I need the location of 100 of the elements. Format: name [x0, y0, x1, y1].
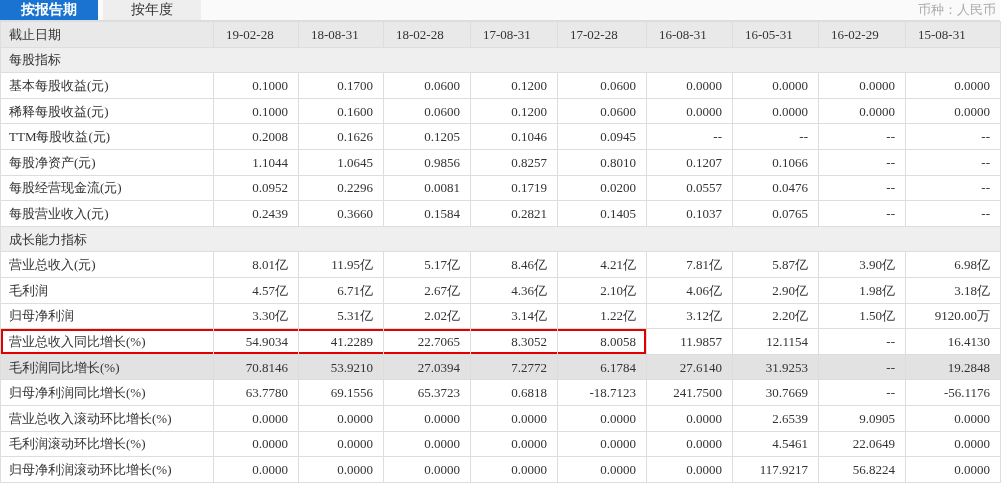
table-cell: 0.1700 — [298, 72, 384, 99]
table-cell: 0.0000 — [557, 456, 647, 483]
section-header: 成长能力指标 — [0, 226, 1001, 252]
row-label: 毛利润滚动环比增长(%) — [0, 431, 214, 457]
table-cell: 0.0200 — [557, 175, 647, 201]
table-cell: 0.8010 — [557, 149, 647, 176]
table-cell: 0.0000 — [298, 456, 384, 483]
column-header: 16-08-31 — [646, 21, 733, 48]
table-cell: -- — [818, 149, 906, 176]
table-cell: 5.17亿 — [383, 251, 471, 278]
table-cell: 8.46亿 — [470, 251, 558, 278]
tab[interactable]: 按报告期 — [0, 0, 98, 20]
table-cell: 69.1556 — [298, 379, 384, 406]
table-cell: -- — [818, 175, 906, 201]
column-header: 18-08-31 — [298, 21, 384, 48]
table-cell: 0.0600 — [383, 72, 471, 99]
table-cell: 0.0000 — [213, 456, 299, 483]
row-label: 基本每股收益(元) — [0, 72, 214, 99]
table-cell: 9120.00万 — [905, 303, 1001, 329]
row-label: 归母净利润滚动环比增长(%) — [0, 456, 214, 483]
table-cell: 0.0000 — [383, 456, 471, 483]
currency-label: 币种：人民币 — [918, 1, 997, 19]
table-cell: 31.9253 — [732, 354, 819, 380]
table-cell: 1.0645 — [298, 149, 384, 176]
table-cell: 0.0000 — [213, 431, 299, 457]
table-cell: 22.0649 — [818, 431, 906, 457]
table-cell: 5.31亿 — [298, 303, 384, 329]
table-cell: 6.1784 — [557, 354, 647, 380]
table-cell: 0.0000 — [905, 431, 1001, 457]
column-header: 截止日期 — [0, 21, 214, 48]
table-cell: 7.2772 — [470, 354, 558, 380]
column-header: 17-08-31 — [470, 21, 558, 48]
table-cell: 0.0000 — [646, 456, 733, 483]
table-cell: 0.1200 — [470, 72, 558, 99]
table-cell: 1.1044 — [213, 149, 299, 176]
table-cell: -18.7123 — [557, 379, 647, 406]
table-cell: 7.81亿 — [646, 251, 733, 278]
table-cell: 0.0476 — [732, 175, 819, 201]
table-cell: 0.0000 — [905, 456, 1001, 483]
table-cell: 0.0000 — [383, 405, 471, 431]
table-cell: 0.0000 — [646, 98, 733, 124]
table-cell: 3.30亿 — [213, 303, 299, 329]
table-cell: 0.0000 — [298, 405, 384, 431]
table-cell: 2.20亿 — [732, 303, 819, 329]
table-cell: -56.1176 — [905, 379, 1001, 406]
table-cell: 9.0905 — [818, 405, 906, 431]
table-cell: 0.2821 — [470, 200, 558, 227]
table-cell: 0.0000 — [383, 431, 471, 457]
table-cell: 0.1000 — [213, 72, 299, 99]
row-label: 每股经营现金流(元) — [0, 175, 214, 201]
table-cell: 0.0952 — [213, 175, 299, 201]
table-cell: 0.0000 — [646, 405, 733, 431]
table-cell: 2.90亿 — [732, 277, 819, 304]
table-cell: 0.1200 — [470, 98, 558, 124]
table-cell: 8.3052 — [470, 328, 558, 355]
table-cell: 0.1719 — [470, 175, 558, 201]
table-cell: 0.1600 — [298, 98, 384, 124]
table-cell: -- — [646, 123, 733, 150]
table-cell: 6.98亿 — [905, 251, 1001, 278]
table-cell: 0.0000 — [732, 98, 819, 124]
table-cell: -- — [818, 200, 906, 227]
table-cell: 0.0000 — [905, 405, 1001, 431]
table-cell: 0.0600 — [557, 98, 647, 124]
table-cell: 19.2848 — [905, 354, 1001, 380]
table-cell: 70.8146 — [213, 354, 299, 380]
table-cell: 0.6818 — [470, 379, 558, 406]
table-cell: 0.0000 — [818, 72, 906, 99]
table-cell: 0.0000 — [905, 72, 1001, 99]
table-cell: 6.71亿 — [298, 277, 384, 304]
table-cell: 0.0000 — [213, 405, 299, 431]
table-cell: -- — [905, 149, 1001, 176]
row-label: 毛利润同比增长(%) — [0, 354, 214, 380]
table-cell: 0.1405 — [557, 200, 647, 227]
table-cell: 0.1205 — [383, 123, 471, 150]
row-label: 营业总收入(元) — [0, 251, 214, 278]
table-cell: 0.1000 — [213, 98, 299, 124]
table-cell: 0.0000 — [646, 72, 733, 99]
table-cell: 3.18亿 — [905, 277, 1001, 304]
table-cell: 0.3660 — [298, 200, 384, 227]
table-cell: 27.0394 — [383, 354, 471, 380]
table-cell: 30.7669 — [732, 379, 819, 406]
table-cell: 4.21亿 — [557, 251, 647, 278]
table-cell: -- — [818, 379, 906, 406]
table-cell: -- — [818, 354, 906, 380]
table-cell: 12.1154 — [732, 328, 819, 355]
table-cell: -- — [732, 123, 819, 150]
table-cell: 53.9210 — [298, 354, 384, 380]
tab[interactable]: 按年度 — [103, 0, 201, 20]
table-cell: 8.01亿 — [213, 251, 299, 278]
table-cell: 1.22亿 — [557, 303, 647, 329]
table-cell: 3.90亿 — [818, 251, 906, 278]
table-cell: 65.3723 — [383, 379, 471, 406]
table-cell: 54.9034 — [213, 328, 299, 355]
table-cell: 8.0058 — [557, 328, 647, 355]
table-cell: 0.2296 — [298, 175, 384, 201]
column-header: 19-02-28 — [213, 21, 299, 48]
table-cell: 0.1626 — [298, 123, 384, 150]
table-cell: 117.9217 — [732, 456, 819, 483]
table-cell: 0.1207 — [646, 149, 733, 176]
table-cell: 0.0000 — [557, 405, 647, 431]
